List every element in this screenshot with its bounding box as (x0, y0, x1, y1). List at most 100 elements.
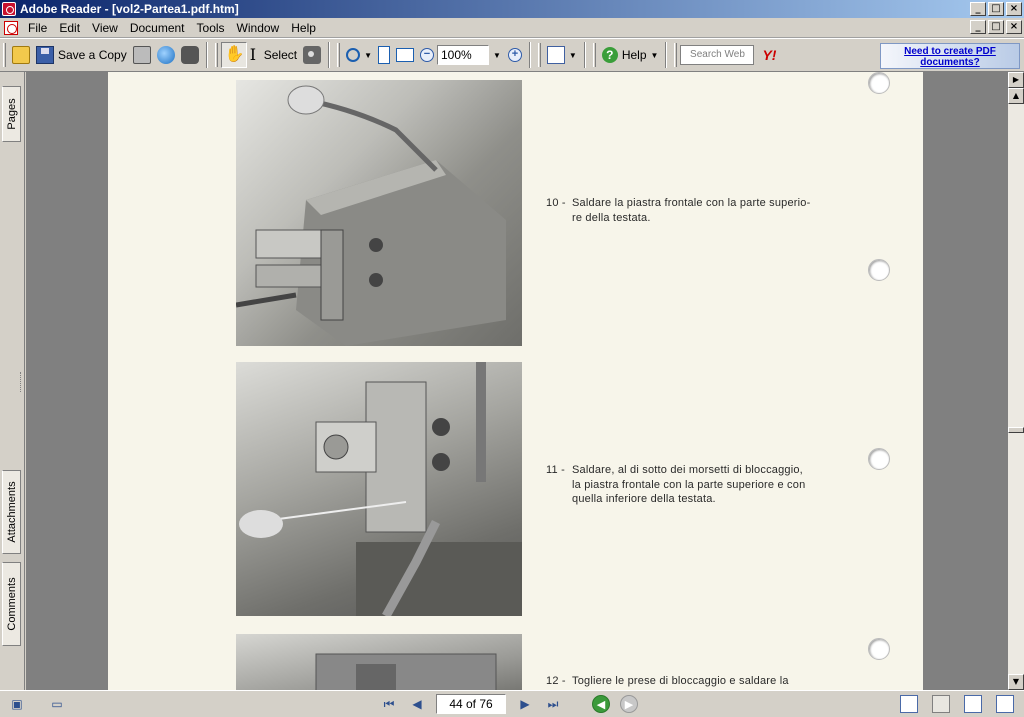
scroll-up-button[interactable]: ▲ (1008, 88, 1024, 104)
chevron-down-icon: ▼ (650, 50, 659, 60)
continuous-facing-layout-button[interactable] (996, 695, 1014, 713)
rotate-view-icon (546, 46, 565, 64)
select-tool-button[interactable]: I Select (247, 42, 300, 68)
scroll-down-button[interactable]: ▼ (1008, 674, 1024, 690)
caption-number: 11 - (546, 464, 565, 476)
email-icon (156, 46, 175, 64)
help-button[interactable]: ? Help ▼ (599, 42, 662, 68)
search-web-input[interactable]: Search Web (680, 45, 755, 65)
zoom-in-tool-button[interactable]: ▼ (343, 42, 375, 68)
caption-text: Saldare, al di sotto dei morsetti di blo… (572, 464, 803, 476)
navigation-pane: Pages Attachments Comments (0, 72, 25, 690)
chevron-down-icon[interactable]: ▼ (569, 51, 577, 60)
facing-layout-button[interactable] (964, 695, 982, 713)
next-view-button[interactable]: ▶ (620, 695, 638, 713)
zoom-plus-icon: + (507, 48, 522, 62)
search-button[interactable] (178, 42, 202, 68)
binder-hole (868, 638, 890, 660)
toolbar-grip[interactable] (537, 43, 541, 67)
first-page-button[interactable]: ⏮ (380, 695, 398, 713)
menu-tools[interactable]: Tools (191, 21, 231, 35)
welding-photo-11 (236, 362, 522, 616)
save-copy-button[interactable]: Save a Copy (33, 42, 130, 68)
fit-width-button[interactable] (393, 42, 417, 68)
close-button[interactable]: × (1006, 2, 1022, 16)
document-icon[interactable] (4, 20, 18, 35)
minimize-button[interactable]: _ (970, 2, 986, 16)
tab-pages-label: Pages (5, 98, 18, 130)
toolbar: Save a Copy ✋ I Select ▼ − ▼ + ▼ (0, 38, 1024, 72)
welding-illustration (315, 653, 497, 690)
create-pdf-ad-link[interactable]: Need to create PDF documents? (880, 43, 1020, 69)
caption-number: 12 - (546, 675, 566, 687)
document-window-controls: _ □ × (970, 20, 1022, 34)
welding-photo-10 (236, 80, 522, 346)
zoom-dropdown-icon[interactable]: ▼ (493, 51, 501, 60)
zoom-input[interactable] (437, 45, 489, 65)
zoom-out-button[interactable]: − (417, 42, 437, 68)
rotate-button[interactable]: ▼ (544, 42, 580, 68)
adobe-reader-window: Adobe Reader - [vol2-Partea1.pdf.htm] _ … (0, 0, 1024, 717)
vertical-scrollbar[interactable]: ▶ ▲ ▼ (1008, 72, 1024, 690)
caption-step-12: 12 - Togliere le prese di bloccaggio e sa… (546, 674, 836, 689)
print-button[interactable] (130, 42, 154, 68)
document-view[interactable]: 10 - Saldare la piastra frontale con la p… (26, 72, 1008, 690)
zoom-out-icon: − (420, 48, 434, 62)
doc-minimize-button[interactable]: _ (970, 20, 986, 34)
scroll-thumb[interactable] (1008, 427, 1024, 433)
toolbar-grip[interactable] (214, 43, 218, 67)
toolbar-grip[interactable] (592, 43, 596, 67)
hand-tool-button[interactable]: ✋ (220, 42, 247, 68)
print-icon (132, 46, 151, 64)
hand-icon: ✋ (224, 46, 245, 63)
chevron-down-icon[interactable]: ▼ (364, 51, 372, 60)
continuous-layout-button[interactable] (932, 695, 950, 713)
page-number-field[interactable]: 44 of 76 (436, 694, 506, 714)
scroll-prev-page-button[interactable]: ▶ (1008, 72, 1024, 88)
search-binoculars-icon (180, 46, 199, 64)
binder-hole (868, 72, 890, 94)
window-controls: _ □ × (970, 2, 1022, 16)
previous-page-button[interactable]: ◀ (408, 695, 426, 713)
email-button[interactable] (154, 42, 178, 68)
toolbar-grip[interactable] (3, 43, 6, 67)
nav-pane-resize-handle[interactable] (20, 372, 23, 392)
caption-text: Saldare la piastra frontale con la parte… (572, 197, 811, 209)
menu-view[interactable]: View (86, 21, 124, 35)
status-bar: ▣ ▭ ⏮ ◀ 44 of 76 ▶ ⏭ ◀ ▶ (0, 690, 1024, 717)
tab-comments[interactable]: Comments (2, 562, 21, 646)
toolbar-separator (583, 42, 586, 68)
previous-view-button[interactable]: ◀ (592, 695, 610, 713)
menu-help[interactable]: Help (285, 21, 322, 35)
open-folder-icon (12, 46, 30, 64)
zoom-plus-button[interactable]: + (505, 42, 525, 68)
menu-file[interactable]: File (22, 21, 53, 35)
tab-attachments-label: Attachments (5, 481, 18, 543)
fit-page-button[interactable] (375, 42, 393, 68)
snapshot-button[interactable] (300, 42, 324, 68)
text-select-icon: I (249, 45, 257, 64)
nav-pane-toggle-button[interactable]: ▣ (8, 695, 26, 713)
tab-attachments[interactable]: Attachments (2, 470, 21, 554)
page-layout-buttons (900, 695, 1014, 713)
tab-pages[interactable]: Pages (2, 86, 21, 142)
toolbar-grip[interactable] (337, 43, 341, 67)
last-page-button[interactable]: ⏭ (544, 695, 562, 713)
next-page-button[interactable]: ▶ (516, 695, 534, 713)
select-label: Select (263, 48, 298, 62)
single-page-layout-button[interactable] (900, 695, 918, 713)
doc-close-button[interactable]: × (1006, 20, 1022, 34)
toolbar-grip[interactable] (674, 43, 678, 67)
open-button[interactable] (9, 42, 33, 68)
maximize-button[interactable]: □ (988, 2, 1004, 16)
title-bar: Adobe Reader - [vol2-Partea1.pdf.htm] _ … (0, 0, 1024, 18)
yahoo-button[interactable]: Y! (762, 47, 776, 63)
caption-text: Togliere le prese di bloccaggio e saldar… (572, 675, 789, 687)
menu-window[interactable]: Window (231, 21, 286, 35)
welding-illustration (239, 362, 522, 616)
menu-edit[interactable]: Edit (53, 21, 86, 35)
caption-text: quella inferiore della testata. (572, 493, 716, 505)
doc-restore-button[interactable]: □ (988, 20, 1004, 34)
caption-text: la piastra frontale con la parte superio… (572, 478, 806, 491)
menu-document[interactable]: Document (124, 21, 191, 35)
